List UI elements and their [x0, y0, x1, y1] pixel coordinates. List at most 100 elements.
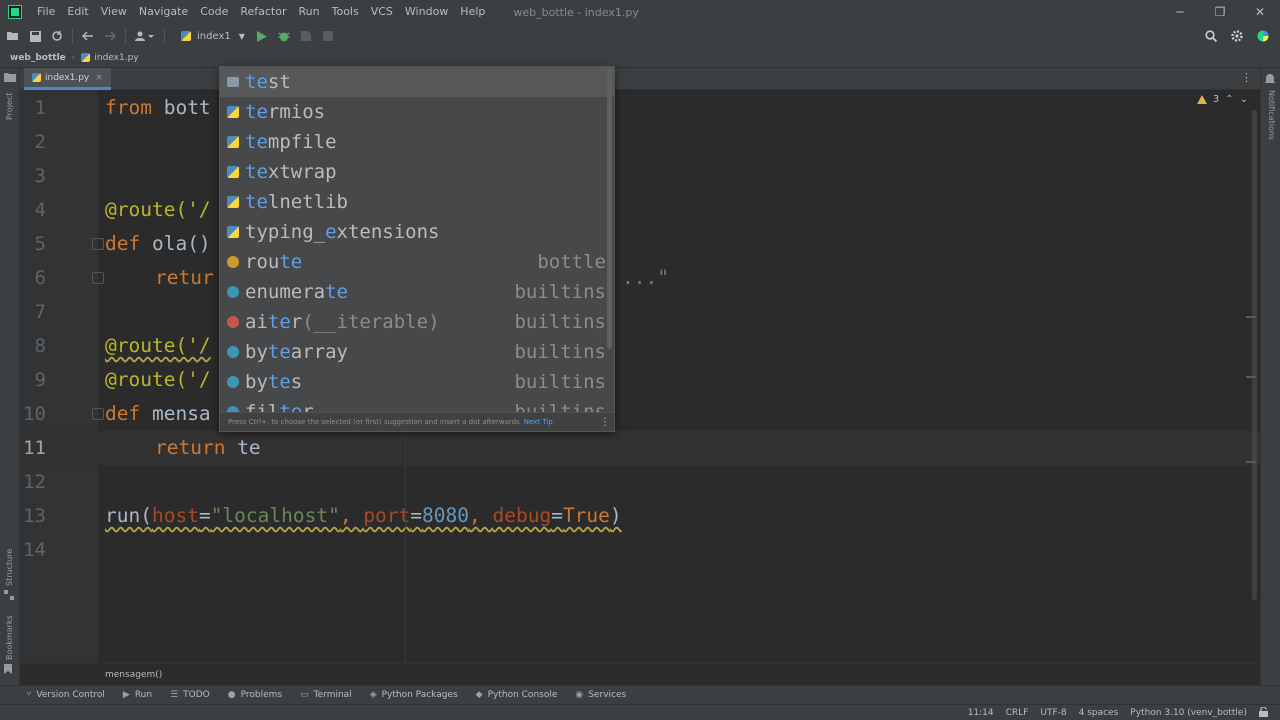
variable-icon: [227, 256, 239, 268]
debug-icon[interactable]: [273, 25, 295, 47]
code-token-group: run(host="localhost", port=8080, debug=T…: [105, 499, 622, 533]
code-token: @route('/: [105, 198, 211, 221]
menu-refactor[interactable]: Refactor: [234, 0, 292, 24]
editor-scrollbar[interactable]: [1252, 110, 1257, 600]
completion-item[interactable]: route bottle: [220, 247, 614, 277]
completion-item[interactable]: telnetlib: [220, 187, 614, 217]
line-number: 10: [23, 403, 46, 425]
completion-scrollbar[interactable]: [607, 69, 612, 349]
python-packages-tool-button[interactable]: ◈ Python Packages: [370, 690, 458, 700]
terminal-tool-button[interactable]: ▭ Terminal: [300, 690, 352, 700]
restore-button[interactable]: ❐: [1200, 0, 1240, 24]
menu-vcs[interactable]: VCS: [365, 0, 399, 24]
coverage-icon[interactable]: [295, 25, 317, 47]
completion-item[interactable]: termios: [220, 97, 614, 127]
more-vertical-icon[interactable]: ⋮: [600, 417, 610, 428]
services-tool-button[interactable]: ◉ Services: [575, 690, 626, 700]
line-separator[interactable]: CRLF: [1006, 708, 1029, 718]
line-number: 9: [34, 369, 46, 391]
breadcrumb-function[interactable]: mensagem(): [105, 670, 162, 680]
open-icon[interactable]: [2, 25, 24, 47]
breadcrumb-file[interactable]: index1.py: [94, 53, 138, 63]
settings-icon[interactable]: [1226, 25, 1248, 47]
line-number: 12: [23, 471, 46, 493]
terminal-icon: ▭: [300, 690, 309, 700]
menu-navigate[interactable]: Navigate: [133, 0, 194, 24]
line-number: 4: [34, 199, 46, 221]
more-vertical-icon[interactable]: ⋮: [1241, 71, 1252, 84]
project-tool-icon[interactable]: [4, 72, 16, 84]
completion-source: builtins: [514, 341, 606, 363]
next-tip-link[interactable]: Next Tip: [524, 418, 553, 426]
inspection-widget[interactable]: 3 ⌃ ⌄: [1196, 94, 1248, 105]
bookmark-icon[interactable]: [4, 664, 16, 676]
chevron-down-icon[interactable]: ⌄: [1240, 94, 1248, 105]
indent-setting[interactable]: 4 spaces: [1079, 708, 1119, 718]
version-control-tool-button[interactable]: ⑂ Version Control: [26, 690, 105, 700]
forward-icon[interactable]: [99, 25, 121, 47]
code-editor[interactable]: 1 from bott 2 3 4 @route('/ 5 def ola() …: [20, 90, 1260, 663]
run-icon[interactable]: [251, 25, 273, 47]
menu-tools[interactable]: Tools: [326, 0, 365, 24]
tab-index1-py[interactable]: index1.py ×: [24, 68, 111, 90]
plugin-icon[interactable]: [1252, 25, 1274, 47]
fold-end-icon[interactable]: [92, 272, 104, 284]
run-tool-button[interactable]: ▶ Run: [123, 690, 152, 700]
caret-position[interactable]: 11:14: [968, 708, 994, 718]
list-icon: ☰: [170, 690, 179, 700]
vcs-icon[interactable]: [130, 25, 160, 47]
completion-item-name: textwrap: [245, 161, 614, 183]
completion-item[interactable]: textwrap: [220, 157, 614, 187]
save-icon[interactable]: [24, 25, 46, 47]
completion-list[interactable]: test termios tempfile textwrap telnetlib typi…: [220, 67, 614, 414]
fold-icon[interactable]: [92, 408, 104, 420]
menu-view[interactable]: View: [95, 0, 133, 24]
menu-help[interactable]: Help: [454, 0, 491, 24]
project-tool-label[interactable]: Project: [5, 93, 14, 120]
completion-item[interactable]: bytearray builtins: [220, 337, 614, 367]
python-interpreter[interactable]: Python 3.10 (venv_bottle): [1130, 708, 1247, 718]
completion-item[interactable]: typing_extensions: [220, 217, 614, 247]
bookmarks-tool-label[interactable]: Bookmarks: [5, 615, 14, 660]
completion-text: te: [245, 191, 268, 213]
notifications-tool-label[interactable]: Notifications: [1267, 90, 1276, 140]
menu-run[interactable]: Run: [293, 0, 326, 24]
minimize-button[interactable]: ─: [1160, 0, 1200, 24]
completion-item[interactable]: aiter(__iterable) builtins: [220, 307, 614, 337]
structure-tool-icon[interactable]: [4, 590, 16, 602]
right-tool-stripe: Notifications: [1260, 68, 1280, 685]
menu-edit[interactable]: Edit: [61, 0, 94, 24]
menu-window[interactable]: Window: [399, 0, 454, 24]
chevron-up-icon[interactable]: ⌃: [1225, 94, 1233, 105]
bell-icon[interactable]: [1265, 74, 1277, 86]
structure-tool-label[interactable]: Structure: [5, 549, 14, 586]
completion-item[interactable]: enumerate builtins: [220, 277, 614, 307]
completion-item[interactable]: tempfile: [220, 127, 614, 157]
run-configuration-select[interactable]: index1 ▼: [175, 26, 251, 46]
code-token: def: [105, 402, 141, 425]
fold-icon[interactable]: [92, 238, 104, 250]
close-window-button[interactable]: ✕: [1240, 0, 1280, 24]
line-number: 6: [34, 267, 46, 289]
stop-icon[interactable]: [317, 25, 339, 47]
menu-bar: File Edit View Navigate Code Refactor Ru…: [0, 0, 1280, 24]
tool-button-label: Python Console: [487, 690, 558, 700]
navigation-bar: web_bottle › index1.py: [0, 48, 1280, 68]
breadcrumb-project[interactable]: web_bottle: [10, 53, 66, 63]
package-icon: [227, 77, 239, 87]
python-console-tool-button[interactable]: ◆ Python Console: [476, 690, 558, 700]
file-encoding[interactable]: UTF-8: [1040, 708, 1066, 718]
completion-item[interactable]: test: [220, 67, 614, 97]
menu-file[interactable]: File: [31, 0, 61, 24]
back-icon[interactable]: [77, 25, 99, 47]
sync-icon[interactable]: [46, 25, 68, 47]
search-icon[interactable]: [1200, 25, 1222, 47]
completion-item[interactable]: bytes builtins: [220, 367, 614, 397]
lock-icon[interactable]: [1259, 705, 1268, 720]
close-tab-icon[interactable]: ×: [95, 73, 103, 83]
problems-tool-button[interactable]: ● Problems: [228, 690, 282, 700]
menu-code[interactable]: Code: [194, 0, 234, 24]
todo-tool-button[interactable]: ☰ TODO: [170, 690, 210, 700]
python-module-icon: [227, 196, 239, 208]
code-token: port: [363, 504, 411, 527]
